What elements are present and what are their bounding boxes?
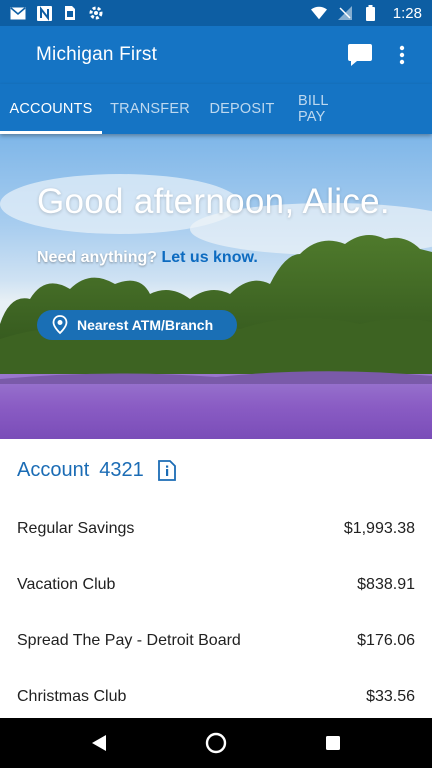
- status-time: 1:28: [392, 4, 422, 22]
- home-button[interactable]: [196, 723, 236, 763]
- greeting-text: Good afternoon, Alice.: [37, 182, 390, 221]
- account-row[interactable]: Vacation Club $838.91: [17, 576, 415, 594]
- account-row-amount: $176.06: [357, 632, 415, 649]
- account-row-name: Christmas Club: [17, 688, 127, 705]
- chat-button[interactable]: [342, 37, 378, 73]
- tab-bill-pay[interactable]: BILL PAY: [286, 84, 370, 134]
- account-row-name: Spread The Pay - Detroit Board: [17, 632, 241, 649]
- recents-button[interactable]: [313, 723, 353, 763]
- app-title: Michigan First: [36, 44, 158, 65]
- account-header: Account 4321: [17, 459, 178, 482]
- account-row[interactable]: Spread The Pay - Detroit Board $176.06: [17, 632, 415, 650]
- back-icon: [91, 735, 106, 751]
- contact-link[interactable]: Let us know.: [161, 249, 257, 266]
- status-bar: 1:28: [0, 0, 432, 26]
- nearest-atm-button[interactable]: Nearest ATM/Branch: [37, 310, 237, 340]
- hero-background-image: [0, 174, 432, 439]
- gmail-icon: [10, 5, 26, 21]
- account-section: Account 4321 Regular Savings $1,993.38 V…: [0, 439, 432, 718]
- more-options-button[interactable]: [384, 37, 420, 73]
- tab-transfer[interactable]: TRANSFER: [102, 84, 198, 134]
- settings-notification-icon: [88, 5, 104, 21]
- tab-deposit[interactable]: DEPOSIT: [198, 84, 286, 134]
- tab-bar: ACCOUNTS TRANSFER DEPOSIT BILL PAY: [0, 84, 432, 134]
- account-row-amount: $33.56: [366, 688, 415, 705]
- nearest-atm-label: Nearest ATM/Branch: [77, 317, 214, 333]
- account-row-amount: $1,993.38: [343, 520, 415, 537]
- info-document-icon[interactable]: [157, 459, 178, 482]
- hero-banner: Good afternoon, Alice. Need anything? Le…: [0, 134, 432, 439]
- tab-accounts[interactable]: ACCOUNTS: [0, 84, 102, 134]
- home-icon: [205, 732, 227, 754]
- account-row[interactable]: Christmas Club $33.56: [17, 688, 415, 706]
- chat-icon: [348, 44, 372, 66]
- n-icon: [36, 5, 52, 21]
- battery-icon: [363, 5, 379, 21]
- help-question: Need anything?: [37, 249, 158, 266]
- account-row-name: Vacation Club: [17, 576, 116, 593]
- back-button[interactable]: [79, 723, 119, 763]
- status-right: 1:28: [310, 4, 422, 22]
- account-number: 4321: [99, 459, 144, 481]
- help-line: Need anything? Let us know.: [37, 249, 258, 267]
- account-row-amount: $838.91: [357, 576, 415, 593]
- recents-icon: [326, 736, 341, 750]
- no-sim-icon: [337, 5, 353, 21]
- account-row-name: Regular Savings: [17, 520, 135, 537]
- system-nav-bar: [0, 718, 432, 768]
- status-left: [10, 5, 104, 21]
- sim-icon: [62, 5, 78, 21]
- location-pin-icon: [52, 315, 68, 335]
- app-bar: Michigan First: [0, 26, 432, 84]
- account-row[interactable]: Regular Savings $1,993.38: [17, 520, 415, 538]
- more-vert-icon: [399, 45, 405, 65]
- wifi-icon: [310, 5, 327, 21]
- account-label: Account: [17, 459, 90, 481]
